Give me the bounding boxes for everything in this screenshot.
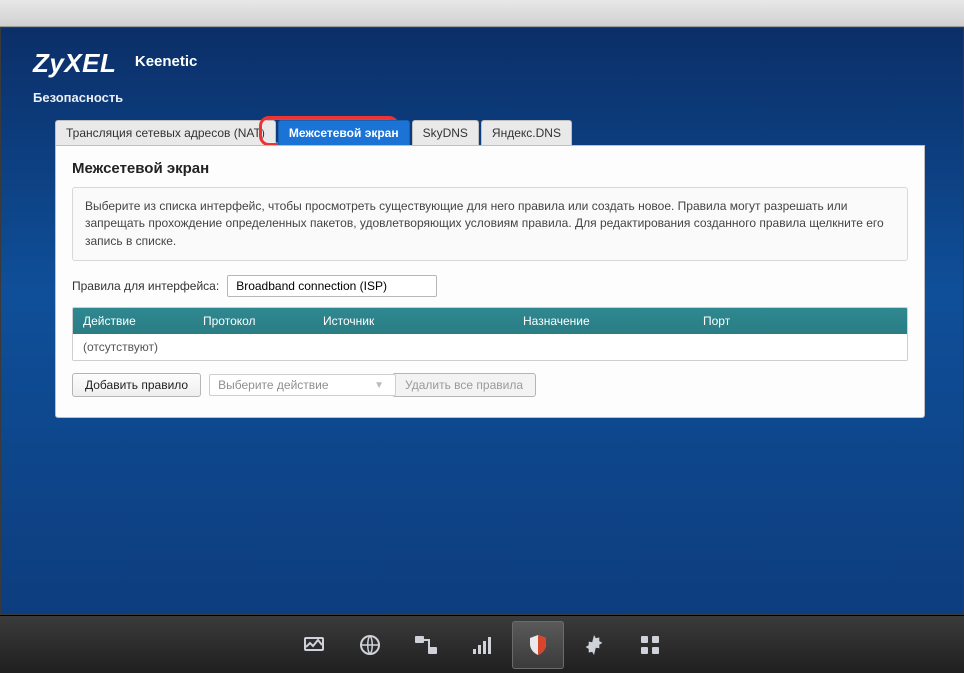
col-port: Порт [693, 308, 907, 334]
tab-bar: Трансляция сетевых адресов (NAT) Межсете… [55, 120, 925, 145]
col-protocol: Протокол [193, 308, 313, 334]
toolbar-monitor-button[interactable] [288, 621, 340, 669]
firewall-panel: Межсетевой экран Выберите из списка инте… [55, 145, 925, 418]
page-title: Межсетевой экран [72, 160, 908, 177]
page: Трансляция сетевых адресов (NAT) Межсете… [55, 120, 925, 418]
delete-all-button[interactable]: Удалить все правила [392, 373, 536, 397]
col-source: Источник [313, 308, 513, 334]
gear-icon [582, 633, 606, 657]
shield-icon [526, 633, 550, 657]
signal-icon [470, 633, 494, 657]
panel-note: Выберите из списка интерфейс, чтобы прос… [72, 187, 908, 261]
interface-selector-row: Правила для интерфейса: ▼ [72, 275, 908, 297]
toolbar-apps-button[interactable] [624, 621, 676, 669]
actions-row: Добавить правило ▼ Удалить все правила [72, 373, 908, 397]
toolbar-gear-button[interactable] [568, 621, 620, 669]
breadcrumb: Безопасность [33, 90, 123, 105]
network-icon [413, 633, 439, 657]
globe-icon [358, 633, 382, 657]
tab-skydns[interactable]: SkyDNS [412, 120, 479, 145]
brand-model: Keenetic [135, 53, 198, 70]
tab-nat[interactable]: Трансляция сетевых адресов (NAT) [55, 120, 276, 145]
interface-selector-label: Правила для интерфейса: [72, 279, 219, 293]
rules-table-header: Действие Протокол Источник Назначение По… [73, 308, 907, 334]
app-viewport: ZyXEL Keenetic Безопасность Трансляция с… [0, 27, 964, 615]
tab-yandexdns[interactable]: Яндекс.DNS [481, 120, 572, 145]
rules-empty-row: (отсутствуют) [73, 334, 907, 360]
col-dest: Назначение [513, 308, 693, 334]
interface-select[interactable] [227, 275, 437, 297]
apps-icon [639, 634, 661, 656]
tab-firewall[interactable]: Межсетевой экран [278, 120, 410, 145]
browser-chrome [0, 0, 964, 27]
add-rule-button[interactable]: Добавить правило [72, 373, 201, 397]
col-action: Действие [73, 308, 193, 334]
bottom-toolbar [0, 615, 964, 673]
brand-block: ZyXEL Keenetic [33, 48, 197, 79]
monitor-icon [302, 633, 326, 657]
toolbar-network-button[interactable] [400, 621, 452, 669]
toolbar-globe-button[interactable] [344, 621, 396, 669]
rules-table: Действие Протокол Источник Назначение По… [72, 307, 908, 361]
action-select[interactable] [209, 374, 396, 396]
brand-logo: ZyXEL [33, 48, 116, 79]
toolbar-shield-button[interactable] [512, 621, 564, 669]
toolbar-signal-button[interactable] [456, 621, 508, 669]
